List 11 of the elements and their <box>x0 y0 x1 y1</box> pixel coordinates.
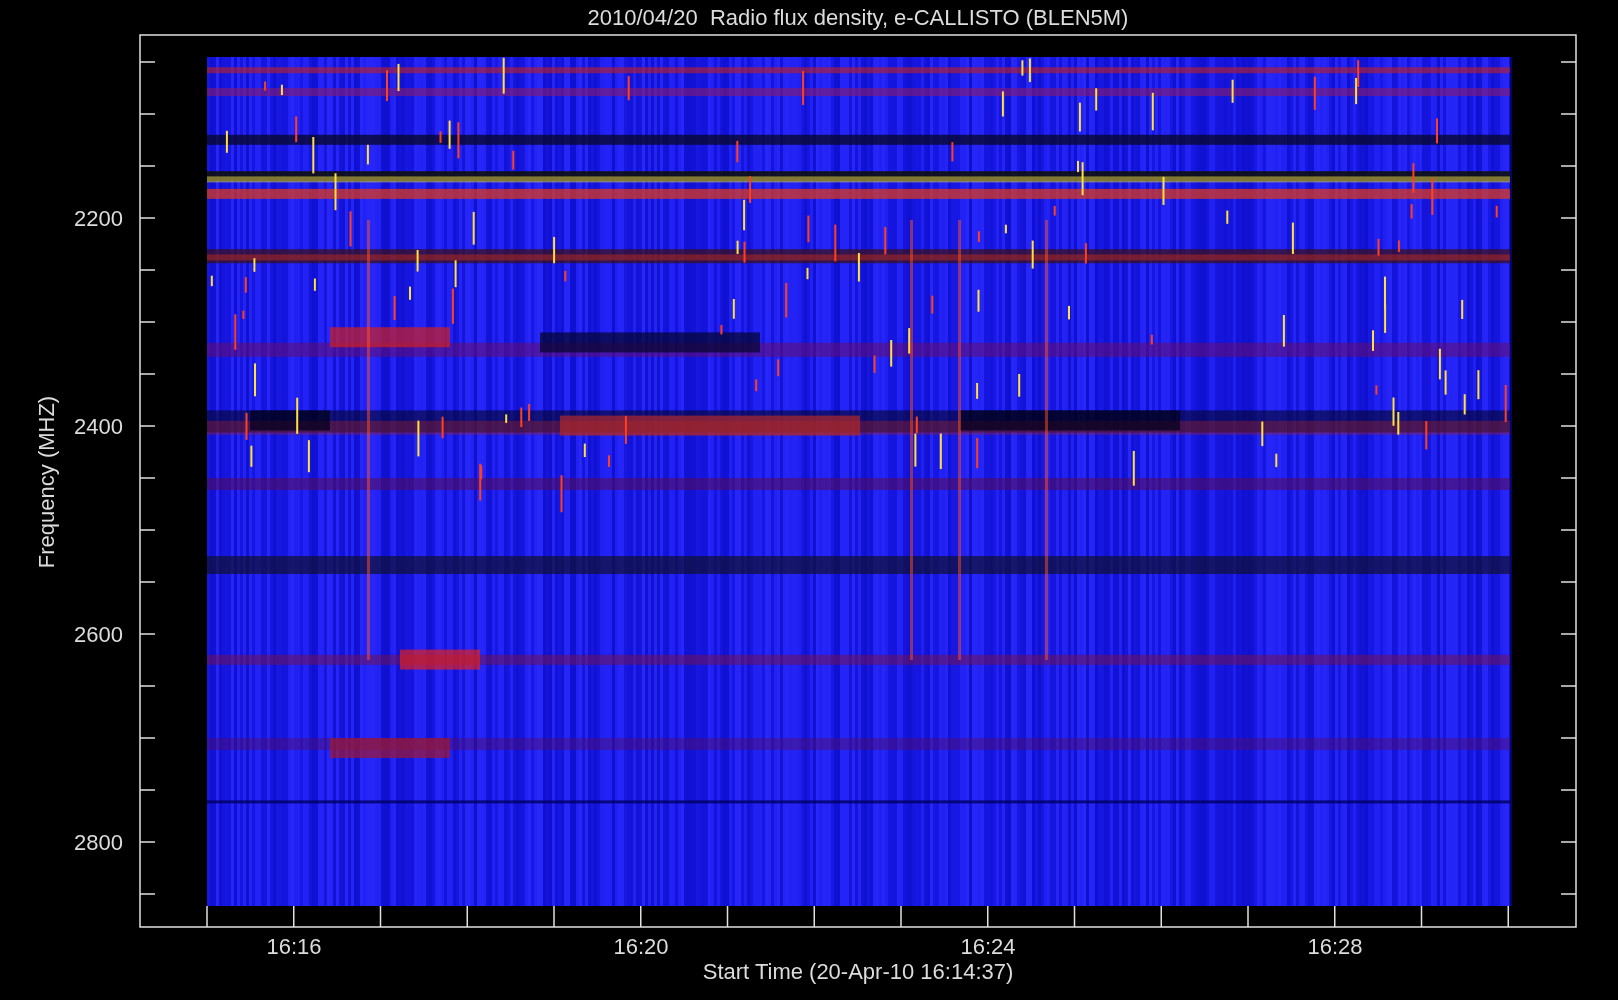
axis-tick-label: 2400 <box>74 414 123 439</box>
axis-tick-label: 16:28 <box>1307 934 1363 959</box>
axis-tick-label: 16:20 <box>613 934 669 959</box>
axis-tick-label: 2600 <box>74 622 123 647</box>
axis-title: Start Time (20-Apr-10 16:14:37) <box>702 959 1014 984</box>
axis-title: Frequency (MHZ) <box>34 395 59 569</box>
axis-tick-label: 16:16 <box>266 934 322 959</box>
chart-title: 2010/04/20 Radio flux density, e-CALLISTO (BLEN5M) <box>587 5 1129 30</box>
axis-tick-label: 16:24 <box>960 934 1016 959</box>
axis-tick-label: 2200 <box>74 206 123 231</box>
axis-tick-label: 2800 <box>74 830 123 855</box>
